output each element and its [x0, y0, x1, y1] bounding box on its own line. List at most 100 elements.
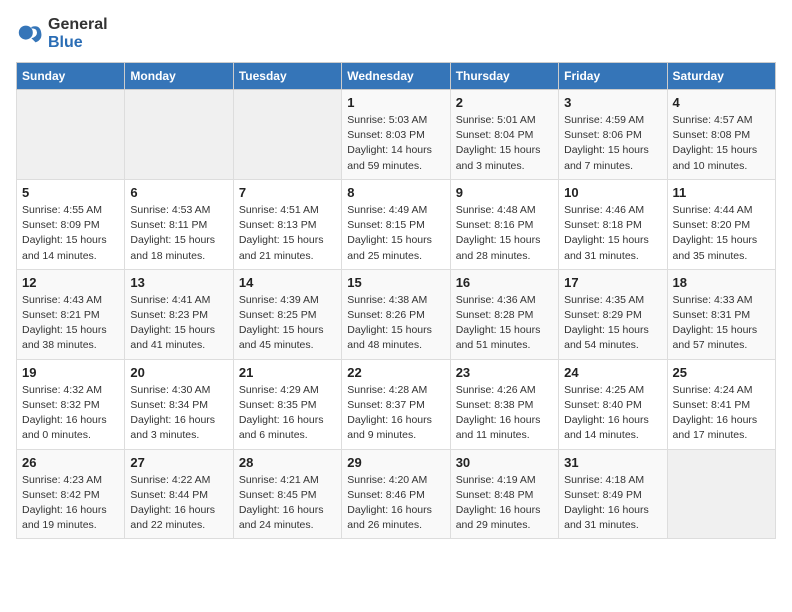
calendar-cell: 28Sunrise: 4:21 AM Sunset: 8:45 PM Dayli…: [233, 449, 341, 539]
calendar-week-row: 5Sunrise: 4:55 AM Sunset: 8:09 PM Daylig…: [17, 179, 776, 269]
calendar-cell: 20 Sunrise: 4:30 AM Sunset: 8:34 PM Dayli…: [125, 359, 233, 449]
day-info: Sunrise: 4:36 AM Sunset: 8:28 PM Dayligh…: [456, 293, 553, 354]
calendar-week-row: 19 Sunrise: 4:32 AM Sunset: 8:32 PM Dayli…: [17, 359, 776, 449]
day-number: 29: [347, 455, 444, 470]
day-info: Sunrise: 5:03 AM Sunset: 8:03 PM Dayligh…: [347, 113, 444, 174]
day-info: Sunrise: 4:19 AM Sunset: 8:48 PM Dayligh…: [456, 473, 553, 534]
day-number: 14: [239, 275, 336, 290]
calendar-table: SundayMondayTuesdayWednesdayThursdayFrid…: [16, 62, 776, 539]
calendar-cell: 25 Sunrise: 4:24 AM Sunset: 8:41 PM Dayli…: [667, 359, 775, 449]
day-number: 10: [564, 185, 661, 200]
day-number: 18: [673, 275, 770, 290]
day-number: 27: [130, 455, 227, 470]
calendar-cell: 17 Sunrise: 4:35 AM Sunset: 8:29 PM Dayli…: [559, 269, 667, 359]
day-number: 12: [22, 275, 119, 290]
day-number: 21: [239, 365, 336, 380]
day-info: Sunrise: 4:21 AM Sunset: 8:45 PM Dayligh…: [239, 473, 336, 534]
day-number: 25: [673, 365, 770, 380]
calendar-cell: 15 Sunrise: 4:38 AM Sunset: 8:26 PM Dayli…: [342, 269, 450, 359]
calendar-cell: 10 Sunrise: 4:46 AM Sunset: 8:18 PM Dayli…: [559, 179, 667, 269]
day-number: 17: [564, 275, 661, 290]
weekday-header-wednesday: Wednesday: [342, 63, 450, 90]
day-info: Sunrise: 4:20 AM Sunset: 8:46 PM Dayligh…: [347, 473, 444, 534]
day-number: 26: [22, 455, 119, 470]
weekday-header-saturday: Saturday: [667, 63, 775, 90]
day-info: Sunrise: 4:24 AM Sunset: 8:41 PM Dayligh…: [673, 383, 770, 444]
day-number: 24: [564, 365, 661, 380]
calendar-cell: 11 Sunrise: 4:44 AM Sunset: 8:20 PM Dayli…: [667, 179, 775, 269]
calendar-cell: 26Sunrise: 4:23 AM Sunset: 8:42 PM Dayli…: [17, 449, 125, 539]
day-info: Sunrise: 4:33 AM Sunset: 8:31 PM Dayligh…: [673, 293, 770, 354]
day-info: Sunrise: 4:28 AM Sunset: 8:37 PM Dayligh…: [347, 383, 444, 444]
calendar-week-row: 12Sunrise: 4:43 AM Sunset: 8:21 PM Dayli…: [17, 269, 776, 359]
calendar-cell: 31Sunrise: 4:18 AM Sunset: 8:49 PM Dayli…: [559, 449, 667, 539]
day-info: Sunrise: 4:30 AM Sunset: 8:34 PM Dayligh…: [130, 383, 227, 444]
day-number: 31: [564, 455, 661, 470]
day-number: 3: [564, 95, 661, 110]
day-info: Sunrise: 4:41 AM Sunset: 8:23 PM Dayligh…: [130, 293, 227, 354]
logo-blue-text: Blue: [48, 34, 83, 51]
day-number: 2: [456, 95, 553, 110]
day-number: 16: [456, 275, 553, 290]
calendar-cell: 21Sunrise: 4:29 AM Sunset: 8:35 PM Dayli…: [233, 359, 341, 449]
day-number: 22: [347, 365, 444, 380]
weekday-header-thursday: Thursday: [450, 63, 558, 90]
calendar-cell: 13 Sunrise: 4:41 AM Sunset: 8:23 PM Dayli…: [125, 269, 233, 359]
day-info: Sunrise: 4:22 AM Sunset: 8:44 PM Dayligh…: [130, 473, 227, 534]
calendar-cell: 5Sunrise: 4:55 AM Sunset: 8:09 PM Daylig…: [17, 179, 125, 269]
day-number: 19: [22, 365, 119, 380]
day-number: 15: [347, 275, 444, 290]
calendar-cell: [233, 90, 341, 180]
calendar-cell: 16 Sunrise: 4:36 AM Sunset: 8:28 PM Dayli…: [450, 269, 558, 359]
calendar-cell: [17, 90, 125, 180]
day-info: Sunrise: 4:57 AM Sunset: 8:08 PM Dayligh…: [673, 113, 770, 174]
day-info: Sunrise: 4:49 AM Sunset: 8:15 PM Dayligh…: [347, 203, 444, 264]
day-info: Sunrise: 4:46 AM Sunset: 8:18 PM Dayligh…: [564, 203, 661, 264]
day-info: Sunrise: 5:01 AM Sunset: 8:04 PM Dayligh…: [456, 113, 553, 174]
calendar-cell: 18 Sunrise: 4:33 AM Sunset: 8:31 PM Dayli…: [667, 269, 775, 359]
day-info: Sunrise: 4:44 AM Sunset: 8:20 PM Dayligh…: [673, 203, 770, 264]
calendar-cell: 12Sunrise: 4:43 AM Sunset: 8:21 PM Dayli…: [17, 269, 125, 359]
day-info: Sunrise: 4:26 AM Sunset: 8:38 PM Dayligh…: [456, 383, 553, 444]
day-info: Sunrise: 4:53 AM Sunset: 8:11 PM Dayligh…: [130, 203, 227, 264]
day-info: Sunrise: 4:25 AM Sunset: 8:40 PM Dayligh…: [564, 383, 661, 444]
calendar-cell: [125, 90, 233, 180]
day-number: 8: [347, 185, 444, 200]
calendar-cell: 27 Sunrise: 4:22 AM Sunset: 8:44 PM Dayli…: [125, 449, 233, 539]
logo-general-text: General: [48, 16, 108, 33]
day-info: Sunrise: 4:48 AM Sunset: 8:16 PM Dayligh…: [456, 203, 553, 264]
day-number: 30: [456, 455, 553, 470]
page-header: General Blue: [16, 16, 776, 52]
day-info: Sunrise: 4:38 AM Sunset: 8:26 PM Dayligh…: [347, 293, 444, 354]
day-number: 11: [673, 185, 770, 200]
calendar-cell: 19 Sunrise: 4:32 AM Sunset: 8:32 PM Dayli…: [17, 359, 125, 449]
weekday-header-tuesday: Tuesday: [233, 63, 341, 90]
day-number: 7: [239, 185, 336, 200]
weekday-header-row: SundayMondayTuesdayWednesdayThursdayFrid…: [17, 63, 776, 90]
weekday-header-friday: Friday: [559, 63, 667, 90]
calendar-cell: 1Sunrise: 5:03 AM Sunset: 8:03 PM Daylig…: [342, 90, 450, 180]
calendar-week-row: 26Sunrise: 4:23 AM Sunset: 8:42 PM Dayli…: [17, 449, 776, 539]
calendar-cell: [667, 449, 775, 539]
calendar-cell: 9 Sunrise: 4:48 AM Sunset: 8:16 PM Daylig…: [450, 179, 558, 269]
day-number: 9: [456, 185, 553, 200]
calendar-cell: 24 Sunrise: 4:25 AM Sunset: 8:40 PM Dayli…: [559, 359, 667, 449]
day-number: 6: [130, 185, 227, 200]
calendar-cell: 2 Sunrise: 5:01 AM Sunset: 8:04 PM Daylig…: [450, 90, 558, 180]
day-number: 20: [130, 365, 227, 380]
day-number: 4: [673, 95, 770, 110]
day-info: Sunrise: 4:39 AM Sunset: 8:25 PM Dayligh…: [239, 293, 336, 354]
day-info: Sunrise: 4:55 AM Sunset: 8:09 PM Dayligh…: [22, 203, 119, 264]
logo-icon: [16, 20, 44, 48]
calendar-cell: 29 Sunrise: 4:20 AM Sunset: 8:46 PM Dayli…: [342, 449, 450, 539]
calendar-cell: 22 Sunrise: 4:28 AM Sunset: 8:37 PM Dayli…: [342, 359, 450, 449]
calendar-cell: 7Sunrise: 4:51 AM Sunset: 8:13 PM Daylig…: [233, 179, 341, 269]
calendar-cell: 6 Sunrise: 4:53 AM Sunset: 8:11 PM Daylig…: [125, 179, 233, 269]
day-info: Sunrise: 4:32 AM Sunset: 8:32 PM Dayligh…: [22, 383, 119, 444]
day-number: 23: [456, 365, 553, 380]
day-number: 13: [130, 275, 227, 290]
weekday-header-monday: Monday: [125, 63, 233, 90]
calendar-cell: 3Sunrise: 4:59 AM Sunset: 8:06 PM Daylig…: [559, 90, 667, 180]
day-info: Sunrise: 4:35 AM Sunset: 8:29 PM Dayligh…: [564, 293, 661, 354]
calendar-cell: 30 Sunrise: 4:19 AM Sunset: 8:48 PM Dayli…: [450, 449, 558, 539]
